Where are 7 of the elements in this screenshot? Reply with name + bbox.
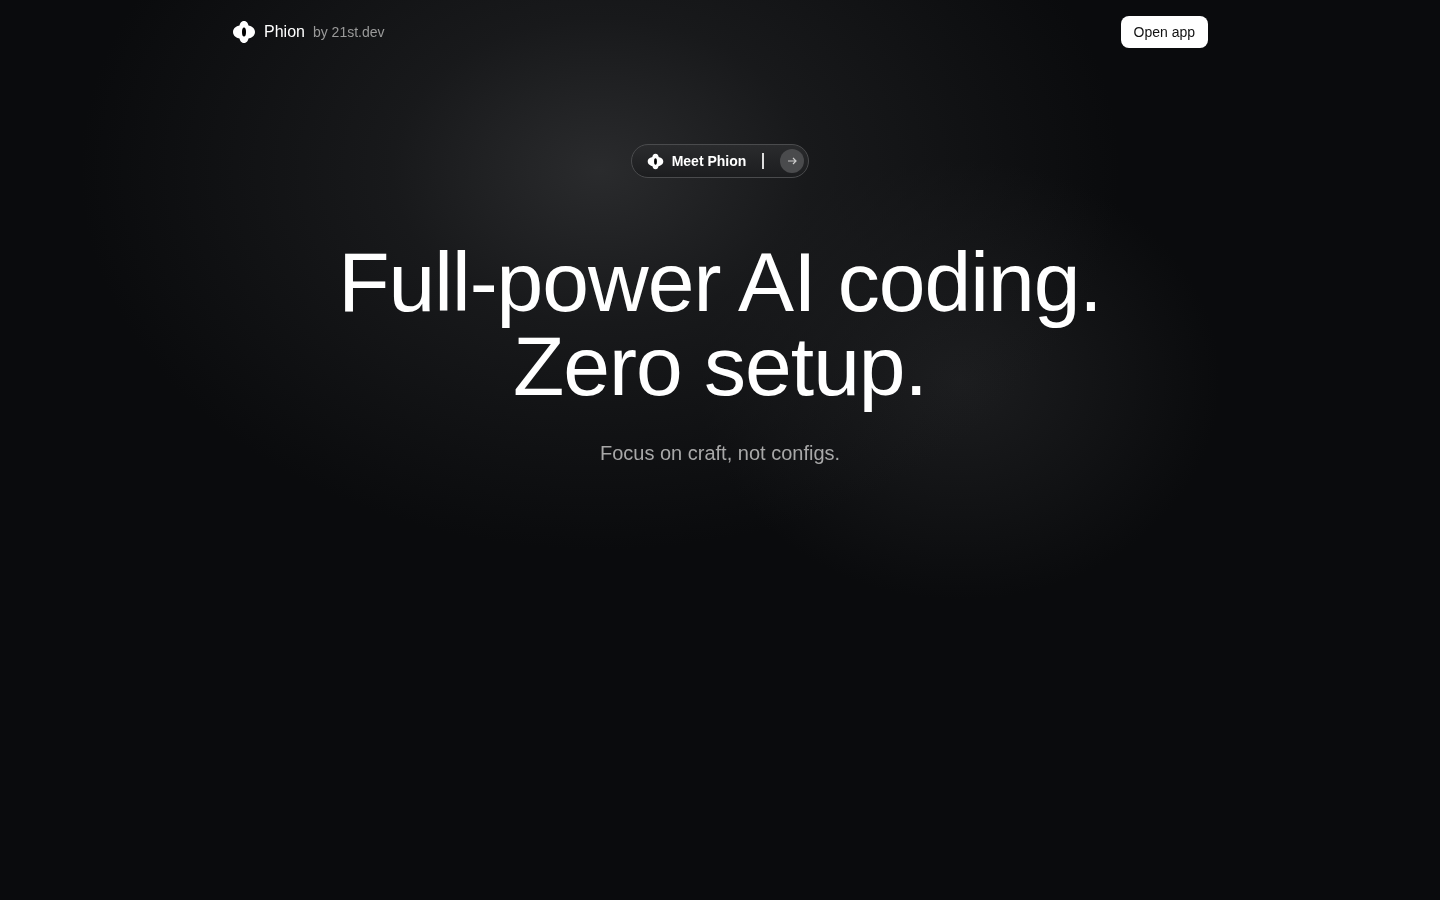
open-app-button[interactable]: Open app: [1120, 16, 1208, 48]
byline: by 21st.dev: [312, 24, 385, 40]
announcement-pill[interactable]: Meet Phion: [630, 144, 810, 178]
logo-icon: [646, 152, 664, 170]
subtitle: Focus on craft, not configs.: [599, 442, 841, 465]
logo-icon: [232, 20, 256, 44]
brand-name: Phion: [264, 23, 305, 41]
